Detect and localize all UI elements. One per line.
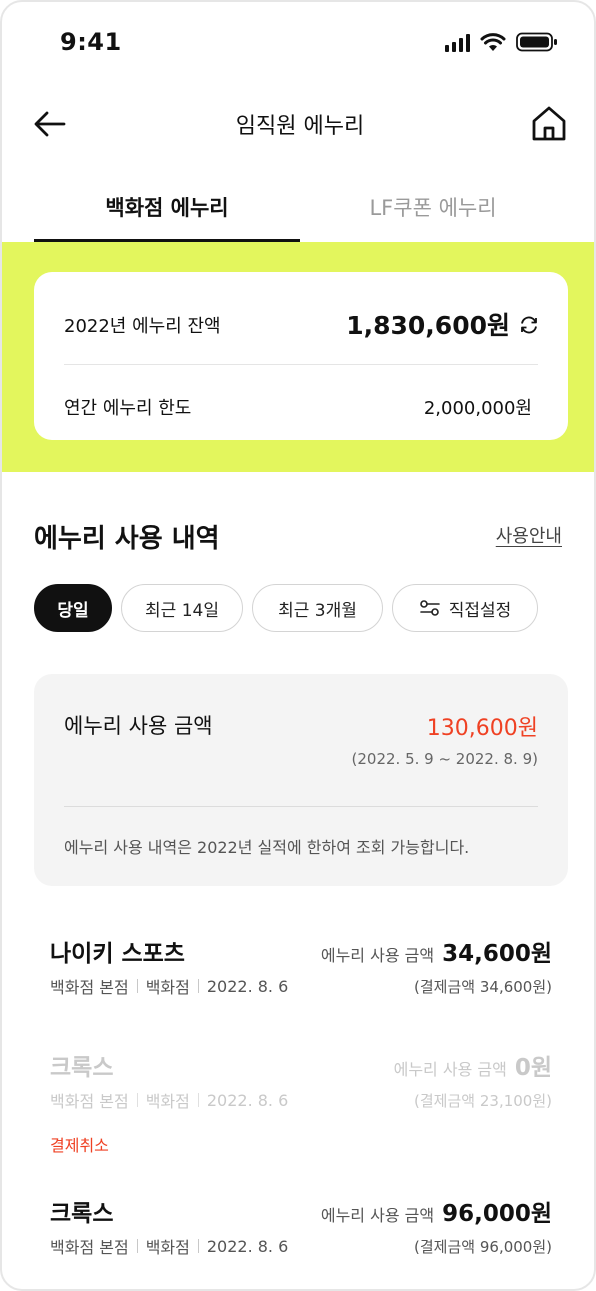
transaction-date: 2022. 8. 6 [206, 976, 289, 996]
transaction-amount-label: 에누리 사용 금액 [320, 1206, 435, 1225]
filter-chip-custom[interactable]: 직접설정 [392, 584, 538, 632]
page-title: 임직원 에누리 [235, 114, 365, 139]
summary-divider [64, 806, 538, 807]
transaction-amount-value: 96,000원 [442, 1201, 552, 1227]
home-button[interactable] [530, 104, 568, 142]
balance-label: 2022년 에누리 잔액 [64, 316, 221, 337]
filter-chip-today[interactable]: 당일 [34, 584, 112, 632]
transaction-store: 백화점 본점 [50, 1092, 129, 1111]
limit-label: 연간 에누리 한도 [64, 398, 192, 419]
wifi-icon [480, 33, 506, 51]
tab-lf-coupon-discount[interactable]: LF쿠폰 에누리 [300, 172, 566, 242]
meta-separator [136, 1239, 138, 1253]
usage-amount-value: 130,600원 [426, 716, 538, 741]
refresh-button[interactable] [518, 314, 540, 336]
transaction-amount-label: 에누리 사용 금액 [393, 1060, 507, 1079]
usage-note: 에누리 사용 내역은 2022년 실적에 한하여 조회 가능합니다. [64, 838, 470, 857]
transaction-meta: 백화점 본점 백화점 2022. 8. 6 [50, 974, 288, 998]
filter-chip-14-days[interactable]: 최근 14일 [121, 584, 243, 632]
transaction-type: 백화점 [145, 1238, 190, 1257]
section-title: 에누리 사용 내역 [34, 524, 220, 554]
balance-value: 1,830,600원 [346, 311, 510, 340]
limit-value: 2,000,000원 [423, 398, 532, 419]
refresh-icon [521, 316, 537, 334]
transaction-amount: 에누리 사용 금액 0원 [394, 1048, 552, 1082]
transaction-paid-amount: (결제금액 96,000원) [414, 1238, 552, 1256]
battery-icon [516, 32, 557, 52]
transaction-meta: 백화점 본점 백화점 2022. 8. 6 [50, 1234, 288, 1258]
status-icons [445, 32, 558, 52]
transaction-paid-amount: (결제금액 23,100원) [414, 1092, 552, 1110]
meta-separator [136, 979, 138, 993]
transaction-store: 백화점 본점 [50, 978, 129, 997]
transaction-type: 백화점 [145, 978, 190, 997]
transaction-brand: 크록스 [50, 1201, 114, 1227]
filter-chip-3-months[interactable]: 최근 3개월 [252, 584, 383, 632]
meta-separator [136, 1093, 138, 1107]
meta-separator [197, 1093, 199, 1107]
transaction-brand: 나이키 스포츠 [50, 941, 185, 967]
usage-summary-box: 에누리 사용 금액 130,600원 (2022. 5. 9 ~ 2022. 8… [34, 674, 568, 886]
transaction-item-cancelled[interactable]: 크록스 백화점 본점 백화점 2022. 8. 6 에누리 사용 금액 0원 (… [50, 1048, 552, 1155]
home-icon [532, 106, 566, 141]
filter-settings-icon [419, 600, 440, 616]
usage-date-range: (2022. 5. 9 ~ 2022. 8. 9) [351, 750, 538, 768]
transaction-amount-value: 34,600원 [442, 941, 552, 967]
tab-department-store-discount[interactable]: 백화점 에누리 [34, 172, 300, 242]
transaction-date: 2022. 8. 6 [206, 1236, 289, 1256]
balance-divider [64, 364, 538, 365]
transaction-item[interactable]: 크록스 백화점 본점 백화점 2022. 8. 6 에누리 사용 금액 96,0… [50, 1194, 552, 1284]
transaction-type: 백화점 [145, 1092, 190, 1111]
usage-guide-link[interactable]: 사용안내 [496, 522, 562, 548]
usage-amount-label: 에누리 사용 금액 [64, 714, 213, 738]
signal-icon [445, 34, 470, 52]
meta-separator [197, 979, 199, 993]
meta-separator [197, 1239, 199, 1253]
filter-chip-custom-label: 직접설정 [448, 600, 512, 621]
balance-card: 2022년 에누리 잔액 1,830,600원 연간 에누리 한도 2,000,… [34, 272, 568, 440]
payment-cancelled-status: 결제취소 [50, 1136, 109, 1155]
transaction-amount-label: 에누리 사용 금액 [320, 946, 435, 965]
transaction-store: 백화점 본점 [50, 1238, 129, 1257]
transaction-item[interactable]: 나이키 스포츠 백화점 본점 백화점 2022. 8. 6 에누리 사용 금액 … [50, 934, 552, 1024]
transaction-amount: 에누리 사용 금액 96,000원 [321, 1194, 552, 1228]
transaction-meta: 백화점 본점 백화점 2022. 8. 6 [50, 1088, 288, 1112]
app-screen: 9:41 임직원 에누리 백화점 에누리 LF쿠폰 에누리 2022년 에누리 … [0, 0, 596, 1291]
transaction-amount: 에누리 사용 금액 34,600원 [321, 934, 552, 968]
status-time: 9:41 [60, 28, 122, 56]
transaction-brand: 크록스 [50, 1055, 114, 1081]
transaction-amount-value: 0원 [514, 1055, 552, 1081]
transaction-date: 2022. 8. 6 [206, 1090, 289, 1110]
transaction-paid-amount: (결제금액 34,600원) [414, 978, 552, 996]
tab-bar: 백화점 에누리 LF쿠폰 에누리 [34, 172, 566, 242]
